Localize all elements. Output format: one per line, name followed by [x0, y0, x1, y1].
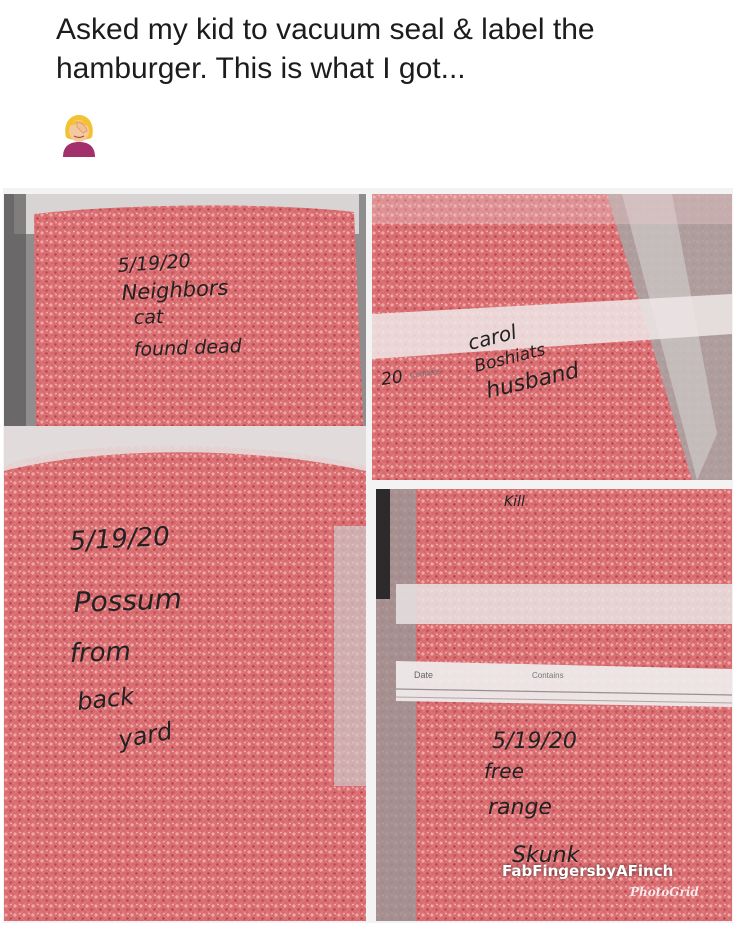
label-line: Kill	[504, 494, 525, 510]
watermark-photogrid: PhotoGrid	[630, 885, 699, 899]
woman-facepalming-emoji	[63, 115, 95, 157]
label-skunk: Kill Date Contains 5/19/20 free range Sk…	[414, 494, 581, 868]
label-line: 5/19/20	[69, 522, 171, 557]
label-possum: 5/19/20 Possum from back yard	[69, 522, 183, 754]
label-line: Contains	[409, 367, 442, 380]
label-neighbors-cat: 5/19/20 Neighbors cat found dead	[117, 250, 243, 361]
label-line: Possum	[73, 582, 182, 619]
label-line: Date	[414, 670, 433, 680]
label-line: range	[488, 795, 552, 820]
label-line: Contains	[532, 671, 564, 680]
label-line: 20	[380, 367, 404, 390]
post-caption: Asked my kid to vacuum seal & label the …	[56, 13, 595, 85]
label-line: Neighbors	[121, 275, 229, 305]
label-line: free	[484, 759, 524, 783]
label-line: back	[76, 682, 137, 716]
label-line: yard	[115, 717, 175, 754]
label-line: 5/19/20	[117, 250, 192, 277]
label-line: from	[69, 637, 131, 669]
label-carol-husband: 20 Contains carol Boshiats husband	[380, 320, 583, 404]
label-line: found dead	[133, 335, 243, 361]
label-line: cat	[133, 306, 165, 329]
label-line: 5/19/20	[492, 729, 577, 754]
watermark-text: FabFingersbyAFinch	[502, 862, 674, 880]
